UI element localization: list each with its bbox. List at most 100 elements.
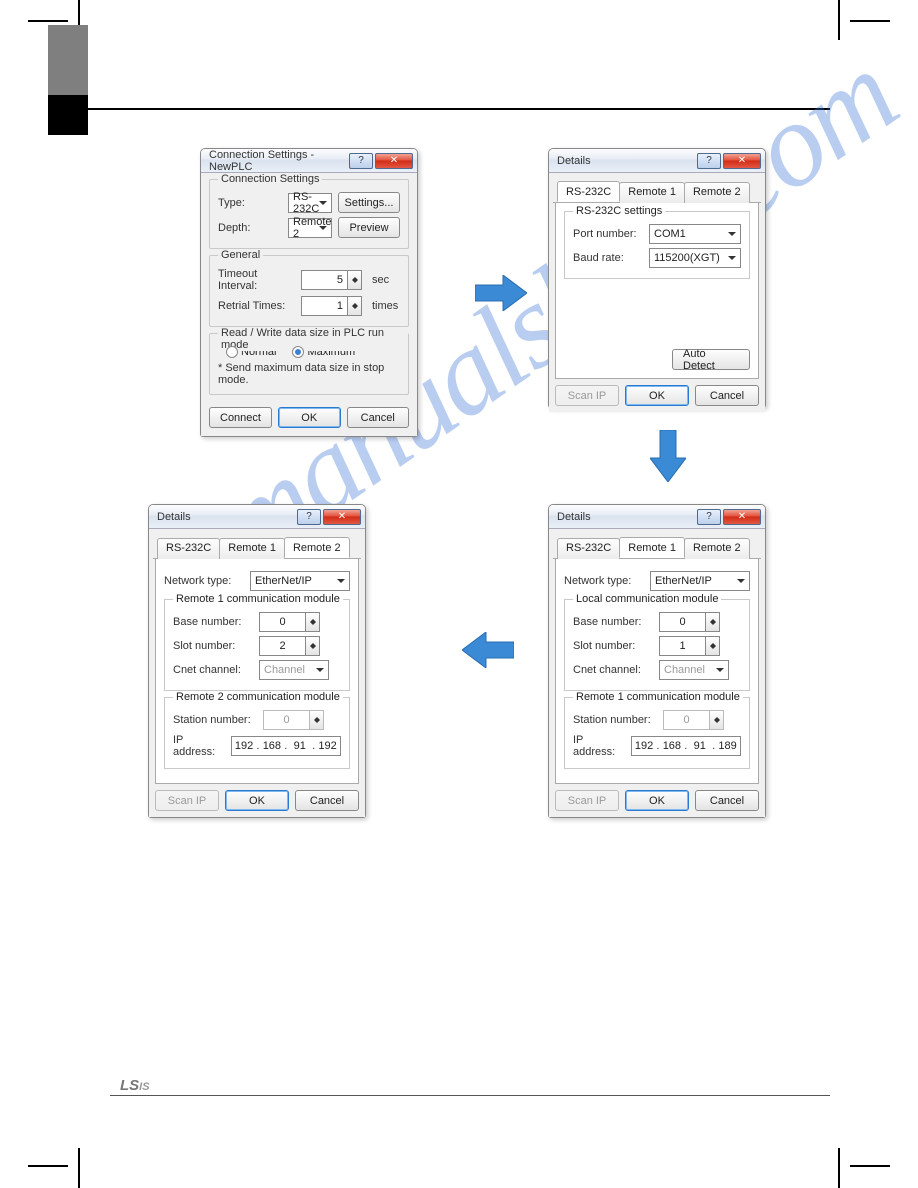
ok-button[interactable]: OK [625,790,689,811]
ok-button[interactable]: OK [225,790,289,811]
connection-settings-dialog: Connection Settings - NewPLC ? ✕ Connect… [200,148,418,437]
retrial-spinner[interactable]: 1 [301,296,362,316]
cancel-button[interactable]: Cancel [295,790,359,811]
timeout-spinner[interactable]: 5 [301,270,362,290]
retrial-label: Retrial Times: [218,300,295,312]
cancel-button[interactable]: Cancel [695,385,759,406]
tab-rs232c[interactable]: RS-232C [557,538,620,559]
timeout-unit: sec [372,274,400,286]
scan-ip-button: Scan IP [155,790,219,811]
baud-label: Baud rate: [573,252,643,264]
arrow-down-icon [650,430,686,482]
tab-rs232c[interactable]: RS-232C [157,538,220,559]
connection-settings-group: Connection Settings Type: RS-232C Settin… [209,179,409,249]
ip-address-field[interactable]: 192.168.91.189 [631,736,741,756]
dialog-title: Details [557,155,697,167]
tab-remote2[interactable]: Remote 2 [684,182,750,203]
ip-label: IP address: [573,734,625,758]
tab-strip: RS-232C Remote 1 Remote 2 [553,533,761,559]
ok-button[interactable]: OK [278,407,341,428]
details-remote1-dialog: Details ?✕ RS-232C Remote 1 Remote 2 Net… [548,504,766,818]
cancel-button[interactable]: Cancel [695,790,759,811]
close-button[interactable]: ✕ [375,153,413,169]
settings-button[interactable]: Settings... [338,192,400,213]
dialog-title: Details [157,511,297,523]
auto-detect-button[interactable]: Auto Detect [672,349,750,370]
timeout-label: Timeout Interval: [218,268,295,292]
tab-strip: RS-232C Remote 1 Remote 2 [153,533,361,559]
group-legend: General [218,249,263,261]
port-label: Port number: [573,228,643,240]
tab-strip: RS-232C Remote 1 Remote 2 [553,177,761,203]
network-type-combo[interactable]: EtherNet/IP [250,571,350,591]
tab-remote1[interactable]: Remote 1 [219,538,285,559]
tab-rs232c[interactable]: RS-232C [557,181,620,202]
connect-button[interactable]: Connect [209,407,272,428]
titlebar[interactable]: Details ?✕ [549,149,765,173]
remote2-comm-group: Remote 2 communication module Station nu… [164,697,350,769]
depth-label: Depth: [218,222,282,234]
station-spinner: 0 [663,710,724,730]
tab-remote1[interactable]: Remote 1 [619,182,685,203]
titlebar[interactable]: Details ?✕ [149,505,365,529]
group-legend: Remote 2 communication module [173,691,343,703]
tab-remote2[interactable]: Remote 2 [684,538,750,559]
close-button[interactable]: ✕ [723,509,761,525]
network-type-label: Network type: [164,575,244,587]
readwrite-group: Read / Write data size in PLC run mode N… [209,333,409,395]
base-label: Base number: [573,616,653,628]
group-legend: Remote 1 communication module [573,691,743,703]
cnet-label: Cnet channel: [573,664,653,676]
cnet-label: Cnet channel: [173,664,253,676]
titlebar[interactable]: Details ?✕ [549,505,765,529]
arrow-left-icon [462,632,514,668]
remote1-comm-group: Remote 1 communication module Base numbe… [164,599,350,691]
cnet-combo: Channel [259,660,329,680]
stop-mode-note: * Send maximum data size in stop mode. [218,362,400,386]
page-side-tab [48,25,88,135]
general-group: General Timeout Interval: 5 sec Retrial … [209,255,409,327]
page-top-rule [88,108,830,110]
ip-address-field[interactable]: 192.168.91.192 [231,736,341,756]
footer-rule [110,1095,830,1096]
network-type-combo[interactable]: EtherNet/IP [650,571,750,591]
cancel-button[interactable]: Cancel [347,407,410,428]
base-label: Base number: [173,616,253,628]
details-remote2-dialog: Details ?✕ RS-232C Remote 1 Remote 2 Net… [148,504,366,818]
slot-spinner[interactable]: 1 [659,636,720,656]
close-button[interactable]: ✕ [723,153,761,169]
type-combo[interactable]: RS-232C [288,193,332,213]
arrow-right-icon [475,275,527,311]
station-spinner: 0 [263,710,324,730]
scan-ip-button: Scan IP [555,790,619,811]
scan-ip-button: Scan IP [555,385,619,406]
ip-label: IP address: [173,734,225,758]
details-rs232c-dialog: Details ?✕ RS-232C Remote 1 Remote 2 RS-… [548,148,766,408]
preview-button[interactable]: Preview [338,217,400,238]
close-button[interactable]: ✕ [323,509,361,525]
type-label: Type: [218,197,282,209]
group-legend: Connection Settings [218,173,322,185]
group-legend: RS-232C settings [573,205,665,217]
retrial-unit: times [372,300,400,312]
port-combo[interactable]: COM1 [649,224,741,244]
station-label: Station number: [573,714,657,726]
local-comm-group: Local communication module Base number:0… [564,599,750,691]
help-button[interactable]: ? [697,153,721,169]
rs232c-settings-group: RS-232C settings Port number:COM1 Baud r… [564,211,750,279]
help-button[interactable]: ? [697,509,721,525]
base-spinner[interactable]: 0 [659,612,720,632]
tab-remote2[interactable]: Remote 2 [284,537,350,558]
slot-label: Slot number: [573,640,653,652]
baud-combo[interactable]: 115200(XGT) [649,248,741,268]
slot-spinner[interactable]: 2 [259,636,320,656]
station-label: Station number: [173,714,257,726]
base-spinner[interactable]: 0 [259,612,320,632]
depth-combo[interactable]: Remote 2 [288,218,332,238]
tab-remote1[interactable]: Remote 1 [619,537,685,558]
help-button[interactable]: ? [349,153,373,169]
ok-button[interactable]: OK [625,385,689,406]
titlebar[interactable]: Connection Settings - NewPLC ? ✕ [201,149,417,173]
dialog-title: Details [557,511,697,523]
help-button[interactable]: ? [297,509,321,525]
